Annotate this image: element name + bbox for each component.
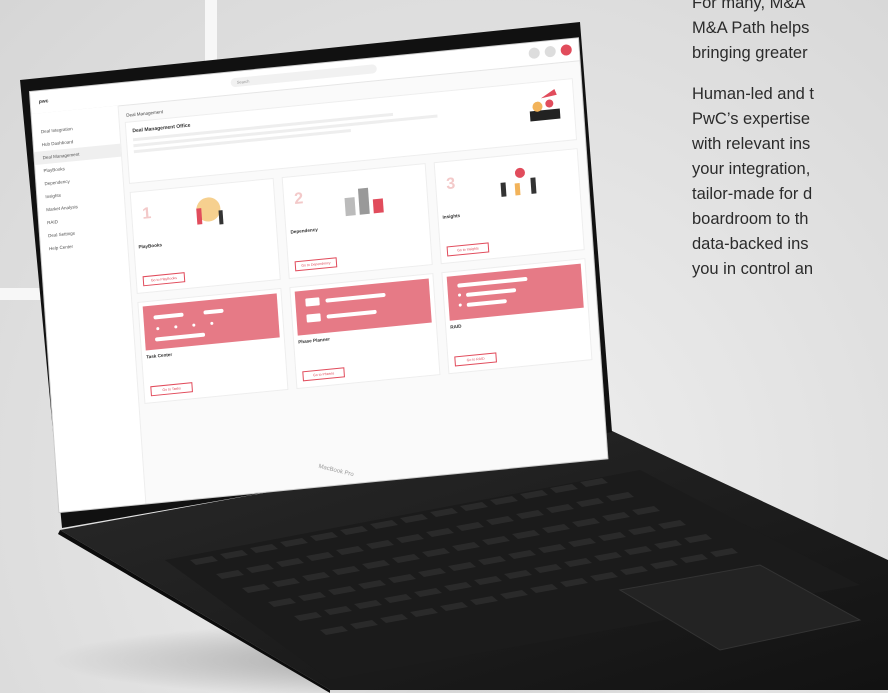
keyboard-key xyxy=(560,578,588,587)
keyboard-key xyxy=(538,544,566,553)
keyboard-key xyxy=(272,578,300,587)
keyboard-key xyxy=(302,572,330,581)
keyboard-key xyxy=(358,580,386,589)
keyboard-key xyxy=(452,542,480,551)
keyboard-key xyxy=(190,556,218,565)
keyboard-key xyxy=(482,536,510,545)
keyboard-key xyxy=(392,554,420,563)
keyboard-key xyxy=(504,570,532,579)
keyboard-key xyxy=(568,538,596,547)
keyboard-key xyxy=(340,526,368,535)
keyboard-key xyxy=(370,520,398,529)
keyboard-key xyxy=(474,576,502,585)
keyboard-key xyxy=(440,602,468,611)
keyboard-key xyxy=(384,594,412,603)
keyboard-key xyxy=(250,544,278,553)
keyboard-key xyxy=(332,566,360,575)
keyboard-key xyxy=(654,540,682,549)
keyboard-key xyxy=(410,608,438,617)
keyboard-key xyxy=(520,490,548,499)
keyboard-key xyxy=(328,586,356,595)
keyboard-key xyxy=(366,540,394,549)
keyboard-key xyxy=(414,588,442,597)
keyboard-key xyxy=(294,612,322,621)
keyboard-key xyxy=(380,614,408,623)
keyboard-key xyxy=(388,574,416,583)
keyboard-key xyxy=(710,548,738,557)
keyboard-key xyxy=(512,530,540,539)
keyboard-key xyxy=(542,524,570,533)
keyboard-key xyxy=(490,496,518,505)
keyboard-key xyxy=(448,562,476,571)
keyboard xyxy=(190,478,862,651)
keyboard-key xyxy=(246,564,274,573)
keyboard-key xyxy=(320,626,348,635)
keyboard-key xyxy=(478,556,506,565)
keyboard-key xyxy=(426,528,454,537)
keyboard-key xyxy=(606,492,634,501)
keyboard-key xyxy=(430,508,458,517)
keyboard-key xyxy=(362,560,390,569)
keyboard-key xyxy=(280,538,308,547)
keyboard-key xyxy=(396,534,424,543)
keyboard-key xyxy=(354,600,382,609)
keyboard-key xyxy=(632,506,660,515)
keyboard-key xyxy=(650,560,678,569)
keyboard-key xyxy=(444,582,472,591)
keyboard-key xyxy=(310,532,338,541)
keyboard-key xyxy=(680,554,708,563)
keyboard-key xyxy=(486,516,514,525)
keyboard-key xyxy=(530,584,558,593)
keyboard-key xyxy=(350,620,378,629)
keyboard-key xyxy=(306,552,334,561)
keyboard-key xyxy=(422,548,450,557)
keyboard-key xyxy=(580,478,608,487)
keyboard-key xyxy=(658,520,686,529)
keyboard-key xyxy=(418,568,446,577)
keyboard-key xyxy=(534,564,562,573)
keyboard-key xyxy=(590,572,618,581)
keyboard-key xyxy=(508,550,536,559)
keyboard-key xyxy=(242,584,270,593)
keyboard-key xyxy=(298,592,326,601)
keyboard-key xyxy=(576,498,604,507)
keyboard-key xyxy=(602,512,630,521)
keyboard-key xyxy=(470,596,498,605)
keyboard-key xyxy=(628,526,656,535)
keyboard-key xyxy=(624,546,652,555)
keyboard-key xyxy=(456,522,484,531)
keyboard-key xyxy=(460,502,488,511)
trackpad xyxy=(618,564,862,651)
keyboard-key xyxy=(276,558,304,567)
keyboard-key xyxy=(324,606,352,615)
keyboard-key xyxy=(516,510,544,519)
keyboard-key xyxy=(598,532,626,541)
keyboard-key xyxy=(216,570,244,579)
keyboard-key xyxy=(572,518,600,527)
keyboard-key xyxy=(220,550,248,559)
keyboard-key xyxy=(684,534,712,543)
keyboard-key xyxy=(546,504,574,513)
keyboard-key xyxy=(336,546,364,555)
keyboard-key xyxy=(500,590,528,599)
keyboard-key xyxy=(400,514,428,523)
keyboard-key xyxy=(268,598,296,607)
keyboard-key xyxy=(594,552,622,561)
keyboard-key xyxy=(564,558,592,567)
keyboard-key xyxy=(620,566,648,575)
keyboard-key xyxy=(550,484,578,493)
